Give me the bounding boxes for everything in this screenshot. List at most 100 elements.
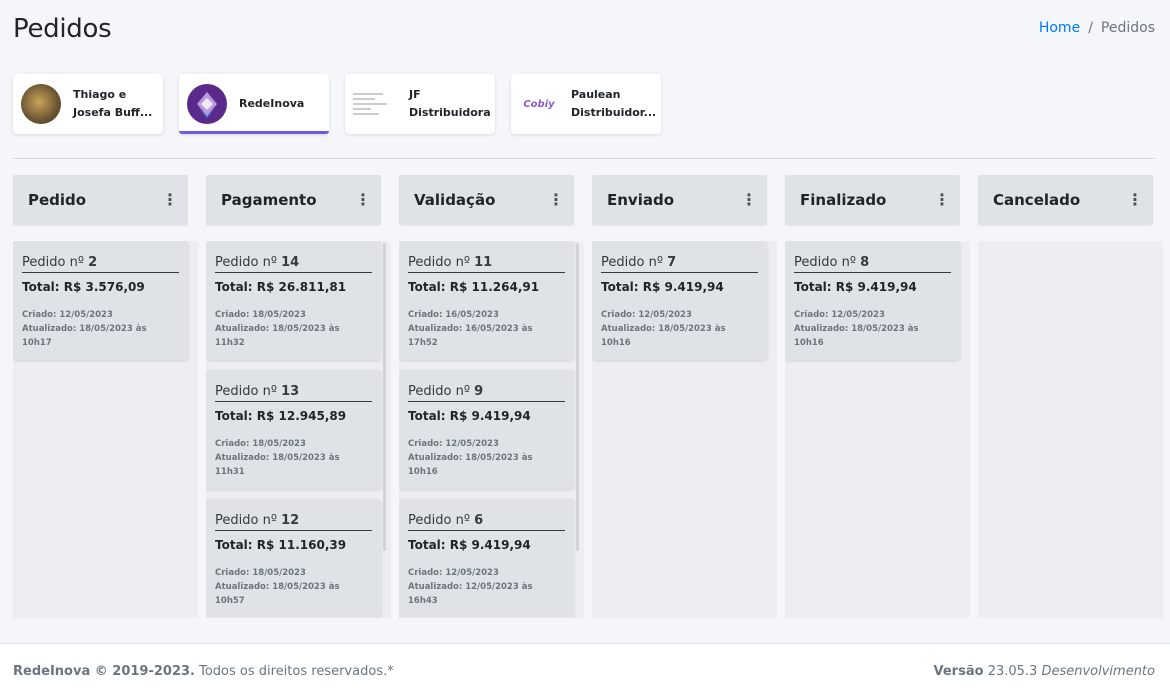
footer-copyright: RedeInova © 2019-2023. Todos os direitos… [13,664,394,679]
scrollbar[interactable] [383,243,386,551]
order-number: Pedido nº 12 [215,513,372,531]
order-card[interactable]: Pedido nº 8 Total: R$ 9.419,94 Criado: 12/… [785,241,960,360]
order-updated: Atualizado: 12/05/2023 às 16h43 [408,582,533,606]
footer-brand: RedeInova © 2019-2023. [13,663,195,679]
order-number: Pedido nº 13 [215,384,372,402]
store-name: RedeInova [239,95,304,113]
order-created: Criado: 18/05/2023 [215,568,306,578]
order-created: Criado: 16/05/2023 [408,310,499,320]
order-card[interactable]: Pedido nº 14 Total: R$ 26.811,81 Criado: 1… [206,241,381,360]
order-card[interactable]: Pedido nº 7 Total: R$ 9.419,94 Criado: 12/… [592,241,767,360]
order-number: Pedido nº 6 [408,513,565,531]
footer-version-number: 23.05.3 [987,663,1038,679]
kebab-menu-icon[interactable]: ⋮ [548,192,564,208]
kebab-menu-icon[interactable]: ⋮ [934,192,950,208]
order-updated: Atualizado: 18/05/2023 às 10h16 [794,324,919,348]
store-name-line: Distribuidora [409,106,491,119]
order-number-value: 9 [474,384,484,399]
order-dates: Criado: 18/05/2023 Atualizado: 18/05/2023… [215,437,372,479]
order-total: Total: R$ 11.160,39 [215,538,347,552]
order-created: Criado: 12/05/2023 [408,568,499,578]
order-number: Pedido nº 14 [215,255,372,273]
order-number-value: 8 [860,255,870,270]
store-name-line: Josefa Buff... [73,106,153,119]
order-created: Criado: 12/05/2023 [601,310,692,320]
order-dates: Criado: 18/05/2023 Atualizado: 18/05/2023… [215,308,372,350]
column-header: Enviado ⋮ [592,175,767,225]
order-card[interactable]: Pedido nº 13 Total: R$ 12.945,89 Criado: 1… [206,370,381,489]
column-title: Pedido [28,191,87,209]
store-card[interactable]: JF Distribuidora [345,74,495,134]
order-total: Total: R$ 9.419,94 [408,538,531,552]
order-total: Total: R$ 9.419,94 [794,280,917,294]
order-total: Total: R$ 3.576,09 [22,280,145,294]
order-dates: Criado: 16/05/2023 Atualizado: 16/05/2023… [408,308,565,350]
column-title: Validação [414,191,496,209]
store-card[interactable]: Thiago e Josefa Buff... [13,74,163,134]
store-name-line: Thiago e [73,88,127,101]
footer-environment: Desenvolvimento [1041,663,1155,679]
kanban-column-pagamento: Pagamento ⋮ Pedido nº 14 Total: R$ 26.811,8… [206,175,391,618]
photo-thumbnail [21,84,61,124]
order-card[interactable]: Pedido nº 12 Total: R$ 11.160,39 Criado: 1… [206,499,381,618]
order-updated: Atualizado: 18/05/2023 às 10h16 [408,453,533,477]
column-title: Enviado [607,191,675,209]
column-header: Pedido ⋮ [13,175,188,225]
order-card[interactable]: Pedido nº 9 Total: R$ 9.419,94 Criado: 12/… [399,370,574,489]
column-body: Pedido nº 8 Total: R$ 9.419,94 Criado: 12/… [785,241,970,618]
store-name-line: Paulean [571,88,621,101]
order-card[interactable]: Pedido nº 11 Total: R$ 11.264,91 Criado: 1… [399,241,574,360]
column-body: Pedido nº 14 Total: R$ 26.811,81 Criado: 1… [206,241,391,618]
store-card[interactable]: Cobiy Paulean Distribuidor... [511,74,661,134]
kebab-menu-icon[interactable]: ⋮ [1127,192,1143,208]
order-dates: Criado: 12/05/2023 Atualizado: 12/05/2023… [408,566,565,608]
order-created: Criado: 12/05/2023 [408,439,499,449]
kanban-board: Pedido ⋮ Pedido nº 2 Total: R$ 3.576,09 Cria… [13,175,1163,618]
order-card[interactable]: Pedido nº 6 Total: R$ 9.419,94 Criado: 12/… [399,499,574,618]
order-number: Pedido nº 2 [22,255,179,273]
breadcrumb: Home / Pedidos [1039,14,1155,36]
store-name: JF Distribuidora [409,86,491,122]
order-updated: Atualizado: 18/05/2023 às 11h31 [215,453,340,477]
store-name-line: JF [409,88,421,101]
order-dates: Criado: 12/05/2023 Atualizado: 18/05/2023… [22,308,179,350]
order-total: Total: R$ 11.264,91 [408,280,540,294]
kanban-column-enviado: Enviado ⋮ Pedido nº 7 Total: R$ 9.419,94 Cri… [592,175,777,618]
footer: RedeInova © 2019-2023. Todos os direitos… [0,643,1170,698]
kanban-column-finalizado: Finalizado ⋮ Pedido nº 8 Total: R$ 9.419,94… [785,175,970,618]
breadcrumb-current: Pedidos [1100,20,1155,36]
order-dates: Criado: 12/05/2023 Atualizado: 18/05/2023… [601,308,758,350]
kebab-menu-icon[interactable]: ⋮ [355,192,371,208]
order-updated: Atualizado: 16/05/2023 às 17h52 [408,324,533,348]
order-number-value: 2 [88,255,98,270]
order-updated: Atualizado: 18/05/2023 às 10h57 [215,582,340,606]
store-name-line: Distribuidor... [571,106,657,119]
order-created: Criado: 12/05/2023 [22,310,113,320]
kebab-menu-icon[interactable]: ⋮ [162,192,178,208]
order-updated: Atualizado: 18/05/2023 às 10h17 [22,324,147,348]
order-dates: Criado: 18/05/2023 Atualizado: 18/05/2023… [215,566,372,608]
kebab-menu-icon[interactable]: ⋮ [741,192,757,208]
order-card[interactable]: Pedido nº 2 Total: R$ 3.576,09 Criado: 12/… [13,241,188,360]
breadcrumb-home-link[interactable]: Home [1039,20,1080,36]
breadcrumb-separator: / [1088,20,1093,36]
column-header: Validação ⋮ [399,175,574,225]
document-thumbnail [353,84,397,124]
order-total: Total: R$ 9.419,94 [601,280,724,294]
footer-version: Versão 23.05.3 Desenvolvimento [934,664,1155,679]
order-number: Pedido nº 11 [408,255,565,273]
order-number-value: 14 [281,255,300,270]
column-header: Cancelado ⋮ [978,175,1153,225]
order-updated: Atualizado: 18/05/2023 às 10h16 [601,324,726,348]
divider [13,158,1155,159]
store-card[interactable]: RedeInova [179,74,329,134]
store-name-line: RedeInova [239,97,305,110]
order-number-value: 11 [474,255,493,270]
order-number: Pedido nº 9 [408,384,565,402]
order-number: Pedido nº 8 [794,255,951,273]
column-body: Pedido nº 11 Total: R$ 11.264,91 Criado: 1… [399,241,584,618]
scrollbar[interactable] [576,243,579,551]
store-selector: Thiago e Josefa Buff... RedeInova JF Distrib… [13,74,1155,134]
order-updated: Atualizado: 18/05/2023 às 11h32 [215,324,340,348]
order-created: Criado: 18/05/2023 [215,310,306,320]
